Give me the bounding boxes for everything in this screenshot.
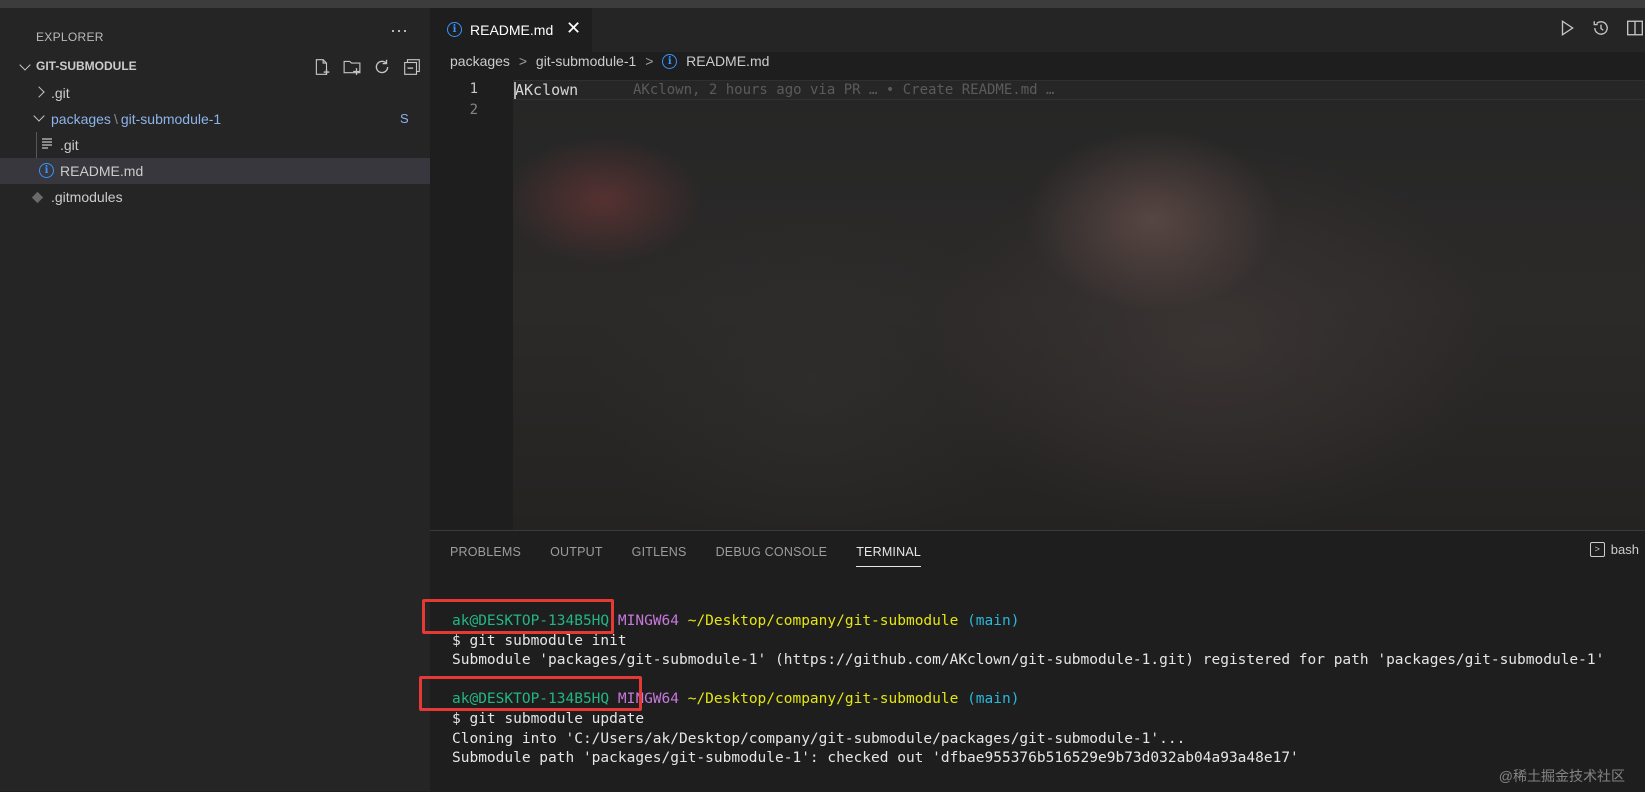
highlight-box-init: [422, 599, 614, 634]
terminal-output-line: Cloning into 'C:/Users/ak/Desktop/compan…: [452, 730, 1186, 747]
highlight-box-update: [419, 676, 642, 711]
explorer-sidebar: EXPLORER ··· GIT-SUBMODULE .git packages…: [0, 8, 430, 791]
git-diamond-icon: [31, 191, 44, 206]
tab-problems[interactable]: PROBLEMS: [450, 545, 521, 567]
tab-output[interactable]: OUTPUT: [550, 545, 603, 567]
tab-readme[interactable]: i README.md ✕: [430, 8, 592, 52]
breadcrumb-item[interactable]: git-submodule-1: [536, 53, 636, 69]
breadcrumb: packages > git-submodule-1 > i README.md: [450, 52, 769, 78]
explorer-actions: [312, 57, 422, 77]
chevron-down-icon: [33, 110, 45, 122]
bottom-panel: PROBLEMS OUTPUT GITLENS DEBUG CONSOLE TE…: [419, 530, 1645, 792]
chevron-right-icon: [33, 86, 45, 98]
collapse-all-icon[interactable]: [402, 57, 422, 77]
breadcrumb-item[interactable]: README.md: [686, 53, 769, 69]
info-icon: i: [662, 53, 678, 69]
tab-gitlens[interactable]: GITLENS: [632, 545, 687, 567]
workspace-section-header[interactable]: GIT-SUBMODULE: [0, 54, 430, 80]
terminal-shell-selector[interactable]: > bash: [1589, 542, 1639, 557]
panel-tabs: PROBLEMS OUTPUT GITLENS DEBUG CONSOLE TE…: [450, 545, 922, 567]
editor-actions: [1557, 18, 1645, 38]
prompt-branch: (main): [967, 613, 1020, 629]
editor-area[interactable]: 1 2 AKclown AKclown, 2 hours ago via PR …: [430, 80, 1645, 530]
tree-item-git[interactable]: .git: [0, 80, 430, 106]
breadcrumb-separator: >: [645, 53, 654, 70]
info-icon: i: [447, 22, 462, 37]
terminal-command: $ git submodule update: [452, 710, 645, 727]
workspace-name: GIT-SUBMODULE: [36, 59, 137, 73]
tab-label: README.md: [470, 22, 554, 38]
history-icon[interactable]: [1591, 18, 1611, 38]
breadcrumb-item[interactable]: packages: [450, 53, 510, 69]
breadcrumb-separator: >: [518, 53, 528, 70]
terminal-output-line: Submodule path 'packages/git-submodule-1…: [452, 750, 1299, 767]
more-actions-icon[interactable]: ···: [390, 20, 408, 41]
new-folder-icon[interactable]: [342, 57, 362, 77]
folder-packages: packages: [51, 111, 111, 127]
refresh-icon[interactable]: [372, 57, 392, 77]
tree-item-gitmodules[interactable]: .gitmodules: [0, 184, 430, 210]
submodule-badge: S: [400, 111, 409, 126]
gitlens-blame-annotation: AKclown, 2 hours ago via PR … • Create R…: [633, 82, 1055, 98]
new-file-icon[interactable]: [312, 57, 332, 77]
tree-item-label: README.md: [60, 163, 144, 179]
terminal-output-line: Submodule 'packages/git-submodule-1' (ht…: [452, 652, 1605, 669]
tab-debug-console[interactable]: DEBUG CONSOLE: [716, 545, 828, 567]
run-icon[interactable]: [1557, 18, 1577, 38]
prompt-host: MINGW64: [617, 613, 679, 629]
editor-tab-bar: i README.md ✕: [430, 8, 1645, 52]
tree-item-label: .gitmodules: [51, 189, 123, 205]
path-separator: \: [113, 111, 118, 127]
file-lines-icon: [42, 138, 52, 153]
watermark: @稀土掘金技术社区: [1498, 768, 1625, 784]
prompt-path: ~/Desktop/company/git-submodule: [687, 613, 959, 629]
tree-item-packages[interactable]: packages \ git-submodule-1 S: [0, 106, 430, 132]
chevron-down-icon: [19, 59, 31, 71]
shell-label: bash: [1610, 542, 1639, 557]
line-number: 1: [469, 81, 478, 97]
close-icon[interactable]: ✕: [566, 18, 581, 39]
title-bar: [0, 0, 1645, 8]
terminal-prompt-line: ak@DESKTOP-134B5HQ MINGW64 ~/Desktop/com…: [452, 612, 1604, 632]
editor-background-image: [513, 80, 1645, 530]
terminal-icon: >: [1589, 542, 1605, 557]
info-icon: i: [39, 163, 54, 178]
tree-item-label: packages \ git-submodule-1: [51, 111, 221, 127]
tree-item-label: .git: [51, 85, 70, 101]
prompt-branch: (main): [967, 691, 1020, 708]
prompt-path: ~/Desktop/company/git-submodule: [687, 691, 959, 708]
tab-terminal[interactable]: TERMINAL: [856, 545, 922, 567]
terminal-command: $ git submodule init: [452, 632, 627, 649]
line-number: 2: [469, 102, 478, 118]
tree-item-sub-git[interactable]: .git: [0, 132, 430, 158]
tree-item-label: .git: [60, 137, 79, 153]
folder-submodule: git-submodule-1: [120, 111, 222, 127]
code-line[interactable]: AKclown: [515, 81, 578, 99]
split-editor-icon[interactable]: [1625, 18, 1645, 38]
tree-item-readme[interactable]: i README.md: [0, 158, 430, 184]
explorer-title: EXPLORER: [36, 30, 104, 44]
